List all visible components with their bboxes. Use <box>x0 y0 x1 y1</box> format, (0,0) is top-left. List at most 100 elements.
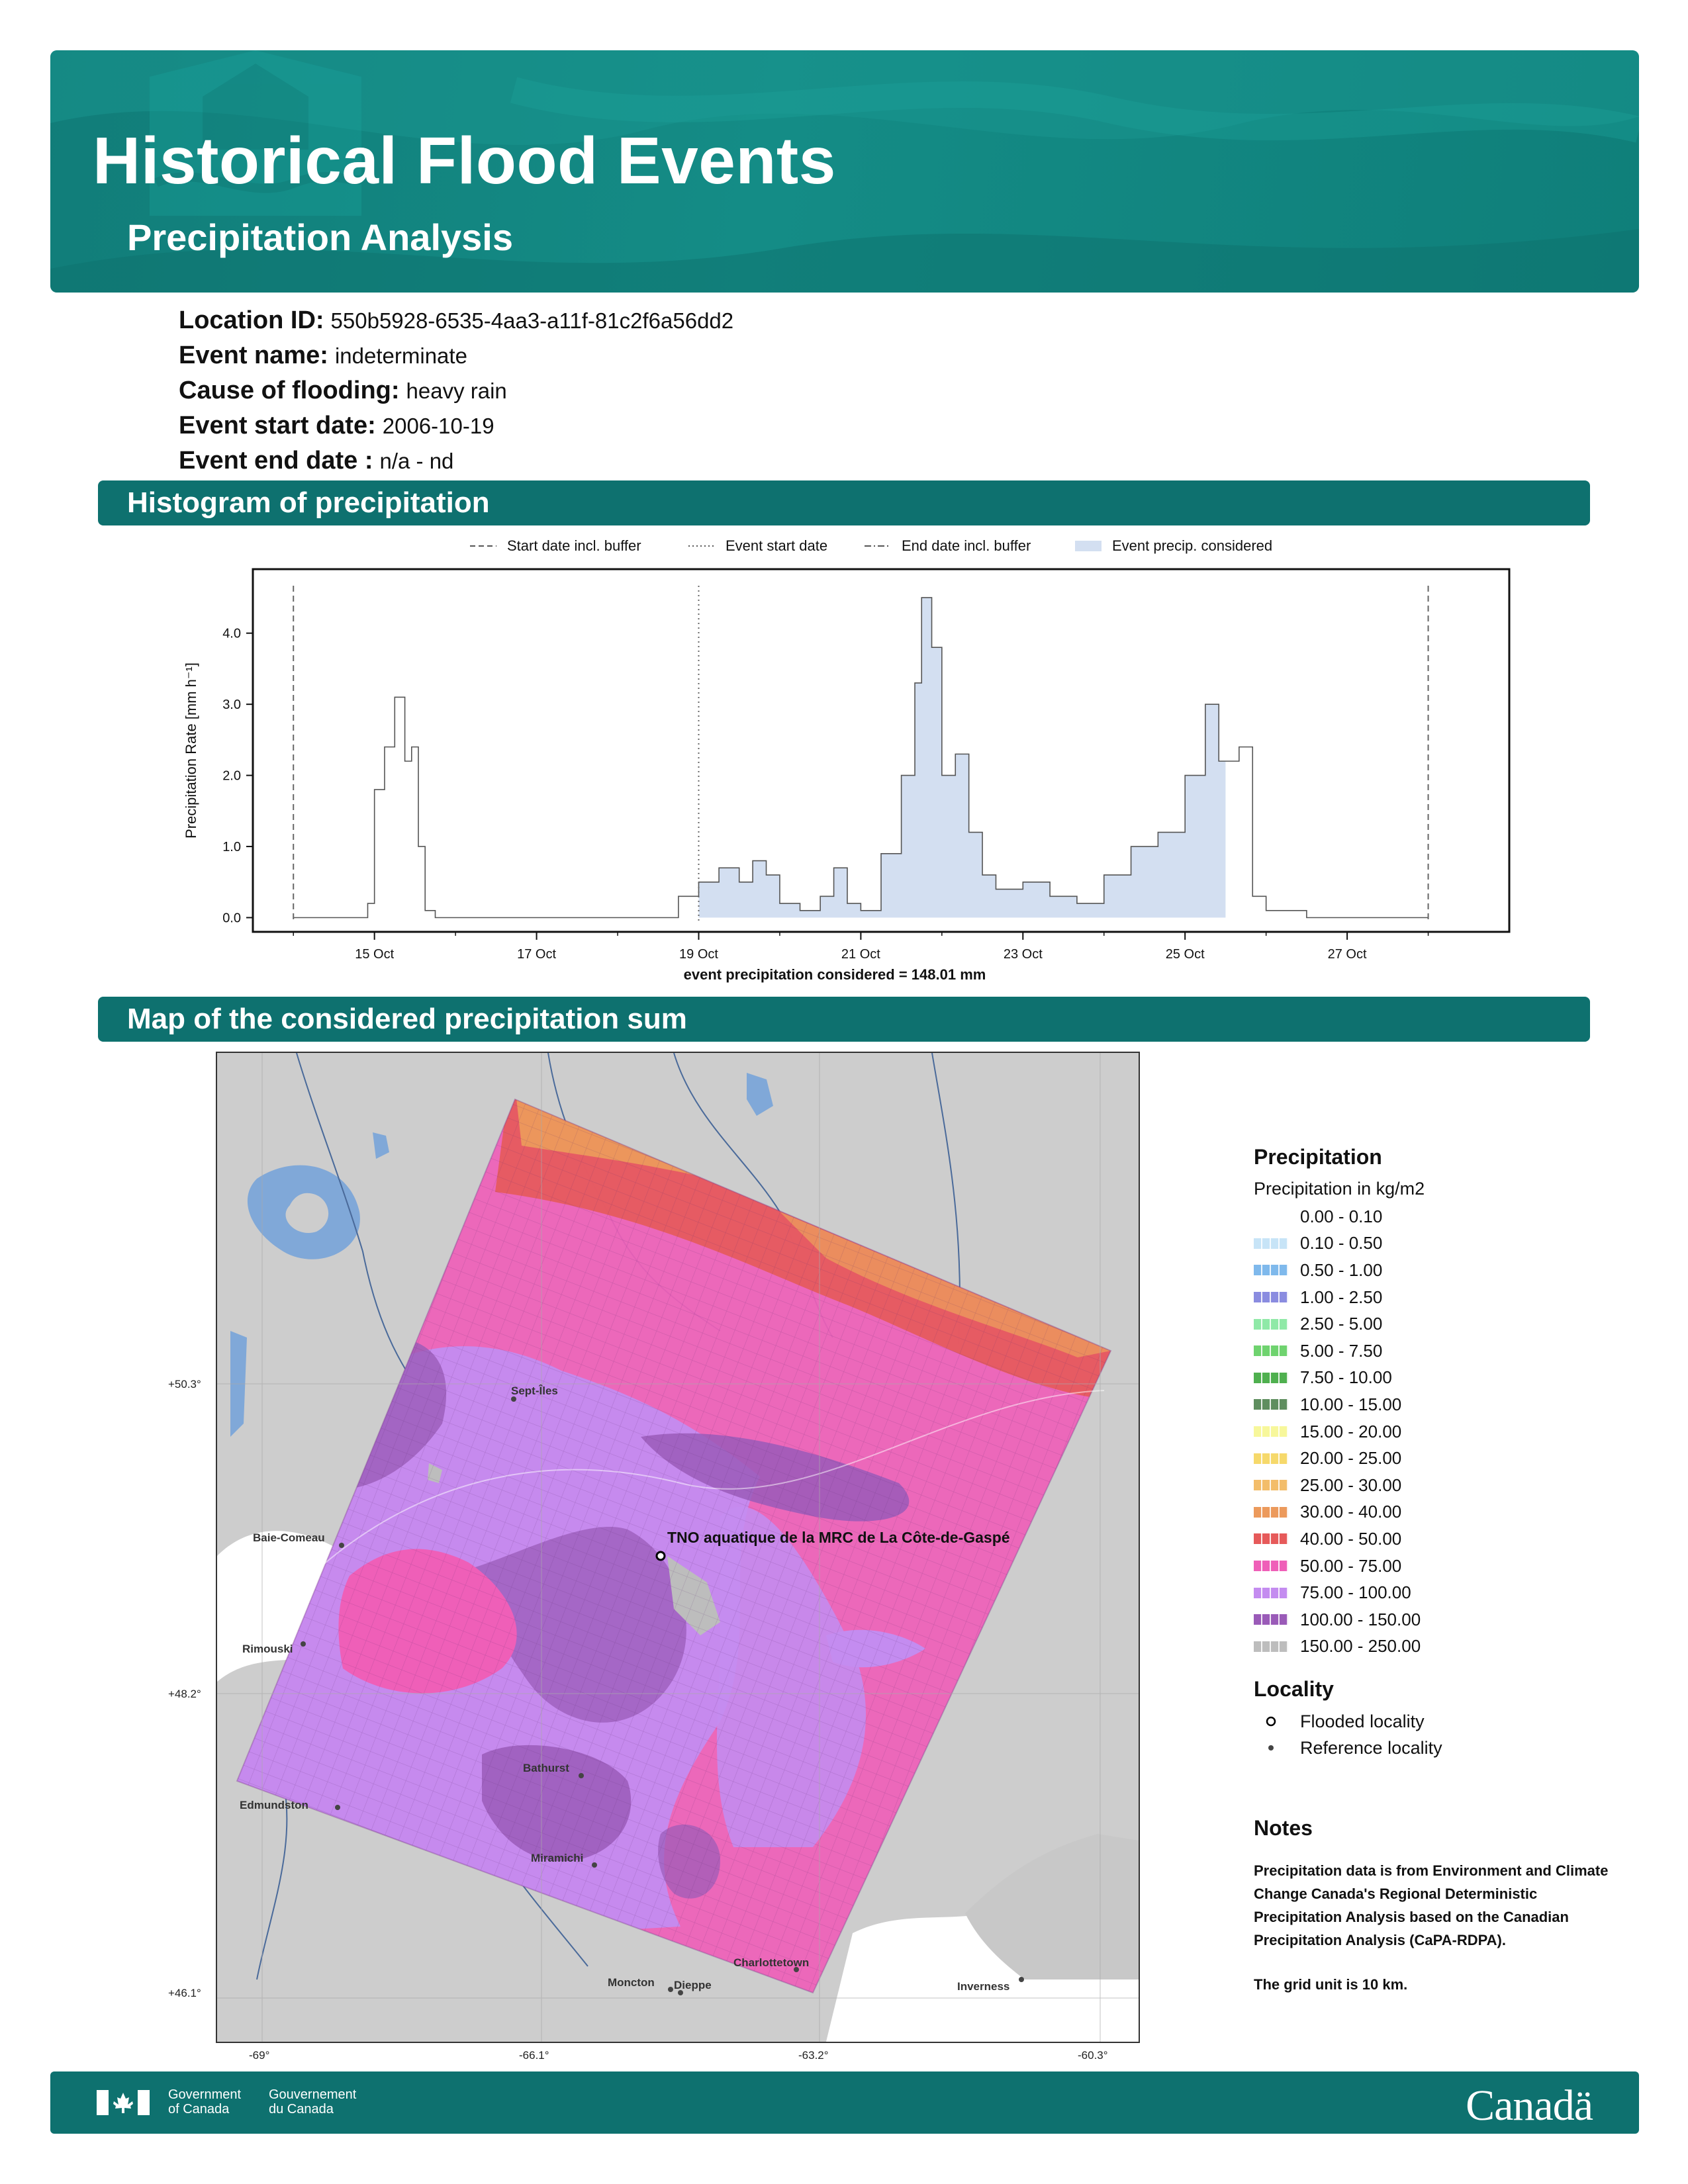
legend-swatch <box>1254 1372 1288 1383</box>
legend-class-label: 0.00 - 0.10 <box>1300 1206 1383 1226</box>
legend-swatch <box>1254 1533 1288 1545</box>
legend-swatch <box>1254 1587 1288 1598</box>
legend-swatch <box>1254 1345 1288 1357</box>
place-label: Rimouski <box>242 1643 293 1655</box>
chart-legend-label: End date incl. buffer <box>902 537 1031 554</box>
legend-swatch <box>1254 1453 1288 1464</box>
legend-title: Precipitation <box>1254 1145 1382 1169</box>
legend-class-label: 10.00 - 15.00 <box>1300 1394 1402 1414</box>
legend-class: 7.50 - 10.00 <box>1254 1365 1442 1392</box>
legend-class: 5.00 - 7.50 <box>1254 1338 1442 1365</box>
legend-class-label: 5.00 - 7.50 <box>1300 1340 1383 1361</box>
canada-flag-icon <box>97 2090 150 2115</box>
legend-class: 1.00 - 2.50 <box>1254 1284 1442 1311</box>
chart-legend-label: Event precip. considered <box>1112 537 1272 554</box>
lat-label: +48.2° <box>168 1688 201 1700</box>
legend-class: 100.00 - 150.00 <box>1254 1606 1442 1633</box>
legend-swatch <box>1254 1265 1288 1276</box>
chart-legend-label: Start date incl. buffer <box>507 537 641 554</box>
legend-subtitle: Precipitation in kg/m2 <box>1254 1179 1425 1199</box>
y-tick-label: 1.0 <box>222 840 241 854</box>
legend-class-label: 30.00 - 40.00 <box>1300 1502 1402 1522</box>
legend-swatch <box>1254 1506 1288 1518</box>
map-canvas: Sept-Îles Baie-Comeau Rimouski Bathurst … <box>217 1053 1139 2042</box>
legend-class: 25.00 - 30.00 <box>1254 1472 1442 1499</box>
y-tick-label: 3.0 <box>222 698 241 712</box>
x-tick-label: 21 Oct <box>841 947 880 962</box>
y-axis-label: Precipitation Rate [mm h⁻¹] <box>183 662 199 839</box>
legend-items: 0.00 - 0.10 0.10 - 0.50 0.50 - 1.00 1.00 - … <box>1254 1203 1442 1660</box>
legend-swatch <box>1254 1480 1288 1491</box>
reference-locality-icon <box>1254 1743 1288 1753</box>
notes-data-source: Precipitation data is from Environment a… <box>1254 1862 1609 1948</box>
notes: Notes Precipitation data is from Environ… <box>1254 1816 1624 2017</box>
legend-class: 2.50 - 5.00 <box>1254 1310 1442 1338</box>
precip-series-line <box>293 597 1429 919</box>
y-tick-label: 2.0 <box>222 769 241 784</box>
section-map-header: Map of the considered precipitation sum <box>98 997 1590 1042</box>
legend-class-label: 50.00 - 75.00 <box>1300 1555 1402 1576</box>
x-tick-label: 19 Oct <box>679 947 718 962</box>
legend-reference-locality: Reference locality <box>1254 1735 1442 1761</box>
legend-swatch <box>1254 1614 1288 1625</box>
legend-class-label: 0.50 - 1.00 <box>1300 1259 1383 1280</box>
place-label: Bathurst <box>523 1762 569 1774</box>
legend-class: 150.00 - 250.00 <box>1254 1633 1442 1661</box>
legend-class: 75.00 - 100.00 <box>1254 1579 1442 1606</box>
gouvernement-du-canada-text: Gouvernement du Canada <box>269 2087 357 2116</box>
flooded-locality-icon <box>1254 1716 1288 1727</box>
lon-label: -60.3° <box>1078 2049 1108 2062</box>
place-label: Sept-Îles <box>511 1385 558 1397</box>
legend-class-label: 1.00 - 2.50 <box>1300 1287 1383 1307</box>
y-tick-label: 4.0 <box>222 627 241 641</box>
meta-end-date: Event end date : n/a - nd <box>179 447 454 475</box>
place-label: Edmundston <box>240 1799 308 1811</box>
legend-class: 0.00 - 0.10 <box>1254 1203 1442 1230</box>
legend-class: 50.00 - 75.00 <box>1254 1553 1442 1580</box>
legend-class-label: 25.00 - 30.00 <box>1300 1475 1402 1495</box>
legend-class: 10.00 - 15.00 <box>1254 1391 1442 1418</box>
place-label: Inverness <box>957 1980 1009 1993</box>
map-legend: Precipitation Precipitation in kg/m2 0.0… <box>1254 1145 1442 1761</box>
page-title: Historical Flood Events <box>93 124 836 198</box>
legend-fill-swatch <box>1075 541 1102 551</box>
legend-class-label: 20.00 - 25.00 <box>1300 1448 1402 1469</box>
legend-class: 30.00 - 40.00 <box>1254 1499 1442 1526</box>
legend-class-label: 0.10 - 0.50 <box>1300 1233 1383 1253</box>
notes-grid-unit: The grid unit is 10 km. <box>1254 1976 1408 1993</box>
legend-swatch <box>1254 1399 1288 1410</box>
legend-class: 0.10 - 0.50 <box>1254 1230 1442 1257</box>
section-histogram-header: Histogram of precipitation <box>98 480 1590 525</box>
meta-start-date: Event start date: 2006-10-19 <box>179 412 494 439</box>
place-label: Moncton <box>608 1976 655 1989</box>
x-tick-label: 23 Oct <box>1004 947 1043 962</box>
x-tick-label: 27 Oct <box>1328 947 1367 962</box>
notes-title: Notes <box>1254 1816 1313 1840</box>
header-banner: Historical Flood Events Precipitation An… <box>50 50 1639 293</box>
lon-label: -69° <box>249 2049 270 2062</box>
government-of-canada-text: Government of Canada <box>168 2087 242 2116</box>
meta-event-name: Event name: indeterminate <box>179 341 467 369</box>
x-tick-label: 15 Oct <box>355 947 394 962</box>
x-tick-label: 25 Oct <box>1166 947 1205 962</box>
legend-class-label: 7.50 - 10.00 <box>1300 1367 1392 1388</box>
meta-cause: Cause of flooding: heavy rain <box>179 377 507 404</box>
legend-class: 20.00 - 25.00 <box>1254 1445 1442 1472</box>
x-tick-label: 17 Oct <box>517 947 556 962</box>
canada-wordmark: Canadä <box>1466 2081 1593 2130</box>
chart-legend-label: Event start date <box>726 537 827 554</box>
meta-location-id: Location ID: 550b5928-6535-4aa3-a11f-81c2… <box>179 306 734 334</box>
precipitation-map: Sept-Îles Baie-Comeau Rimouski Bathurst … <box>216 1052 1140 2043</box>
place-label: Charlottetown <box>733 1956 809 1969</box>
legend-class-label: 40.00 - 50.00 <box>1300 1528 1402 1549</box>
legend-swatch <box>1254 1211 1288 1222</box>
legend-swatch <box>1254 1561 1288 1572</box>
flooded-locality-label: TNO aquatique de la MRC de La Côte-de-Ga… <box>667 1529 1010 1546</box>
event-precip-total-label: event precipitation considered = 148.01 … <box>684 966 986 983</box>
lat-label: +50.3° <box>168 1378 201 1390</box>
y-tick-label: 0.0 <box>222 911 241 926</box>
legend-swatch <box>1254 1641 1288 1652</box>
lon-label: -66.1° <box>519 2049 549 2062</box>
place-label: Miramichi <box>531 1852 583 1864</box>
legend-class-label: 15.00 - 20.00 <box>1300 1421 1402 1441</box>
